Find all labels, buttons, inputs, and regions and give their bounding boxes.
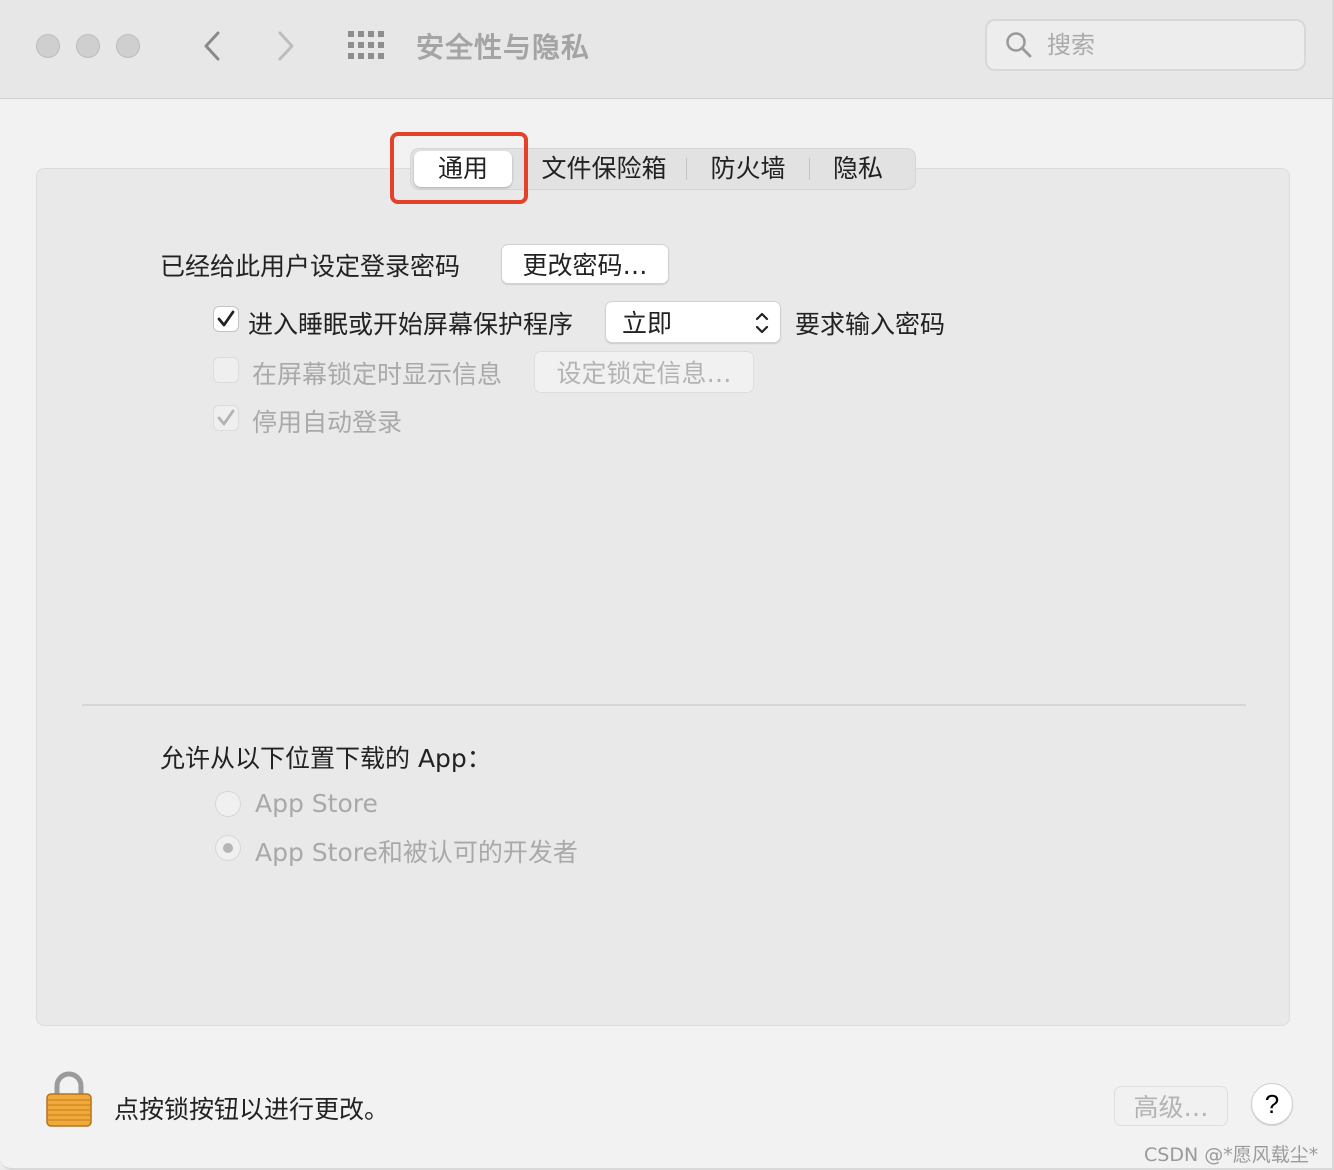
content-panel [36, 168, 1290, 1026]
radio-selected-dot [223, 843, 233, 853]
checkmark-icon [217, 310, 235, 327]
lock-hint-text: 点按锁按钮以进行更改。 [114, 1095, 390, 1124]
password-set-label: 已经给此用户设定登录密码 [160, 252, 461, 281]
select-value: 立即 [622, 309, 673, 338]
radio-app-store-identified-label: App Store和被认可的开发者 [255, 838, 578, 867]
change-password-button[interactable]: 更改密码… [501, 244, 669, 284]
require-password-label: 进入睡眠或开始屏幕保护程序 [248, 310, 574, 339]
show-message-label: 在屏幕锁定时显示信息 [252, 360, 503, 389]
tab-firewall[interactable]: 防火墙 [687, 151, 809, 187]
help-button[interactable]: ? [1251, 1083, 1293, 1125]
search-input[interactable] [1045, 30, 1279, 60]
minimize-window-button[interactable] [76, 34, 100, 58]
chevron-right-icon [278, 31, 294, 61]
search-field[interactable] [985, 19, 1306, 71]
advanced-button[interactable]: 高级… [1114, 1086, 1228, 1126]
tab-privacy[interactable]: 隐私 [810, 151, 906, 187]
checkmark-icon [217, 409, 235, 426]
window-title: 安全性与隐私 [416, 31, 591, 64]
tab-filevault[interactable]: 文件保险箱 [534, 151, 674, 187]
back-button[interactable] [192, 26, 232, 66]
annotation-highlight-box [390, 132, 528, 204]
updown-chevron-icon [755, 312, 769, 334]
chevron-left-icon [204, 31, 220, 61]
show-all-grid-icon[interactable] [348, 31, 386, 61]
search-icon [1006, 32, 1032, 58]
forward-button[interactable] [266, 26, 306, 66]
title-bar: 安全性与隐私 [0, 0, 1332, 99]
disable-autologin-checkbox[interactable] [213, 405, 239, 431]
require-password-checkbox[interactable] [213, 306, 239, 332]
preferences-window: 安全性与隐私 通用 文件保险箱 防火墙 隐私 已经给此用户设定登录密码 更改密码… [0, 0, 1334, 1170]
lock-icon[interactable] [44, 1070, 94, 1128]
require-password-suffix-label: 要求输入密码 [795, 310, 946, 339]
set-lock-message-button[interactable]: 设定锁定信息… [534, 351, 754, 393]
zoom-window-button[interactable] [116, 34, 140, 58]
section-divider [82, 704, 1246, 706]
downloads-heading: 允许从以下位置下载的 App： [160, 744, 492, 773]
watermark-text: CSDN @*愿风载尘* [1144, 1144, 1319, 1166]
disable-autologin-label: 停用自动登录 [252, 408, 403, 437]
close-window-button[interactable] [36, 34, 60, 58]
require-password-delay-select[interactable]: 立即 [605, 301, 781, 343]
radio-app-store-identified[interactable] [215, 835, 241, 861]
radio-app-store-label: App Store [255, 789, 378, 818]
show-message-checkbox[interactable] [213, 357, 239, 383]
radio-app-store[interactable] [215, 791, 241, 817]
